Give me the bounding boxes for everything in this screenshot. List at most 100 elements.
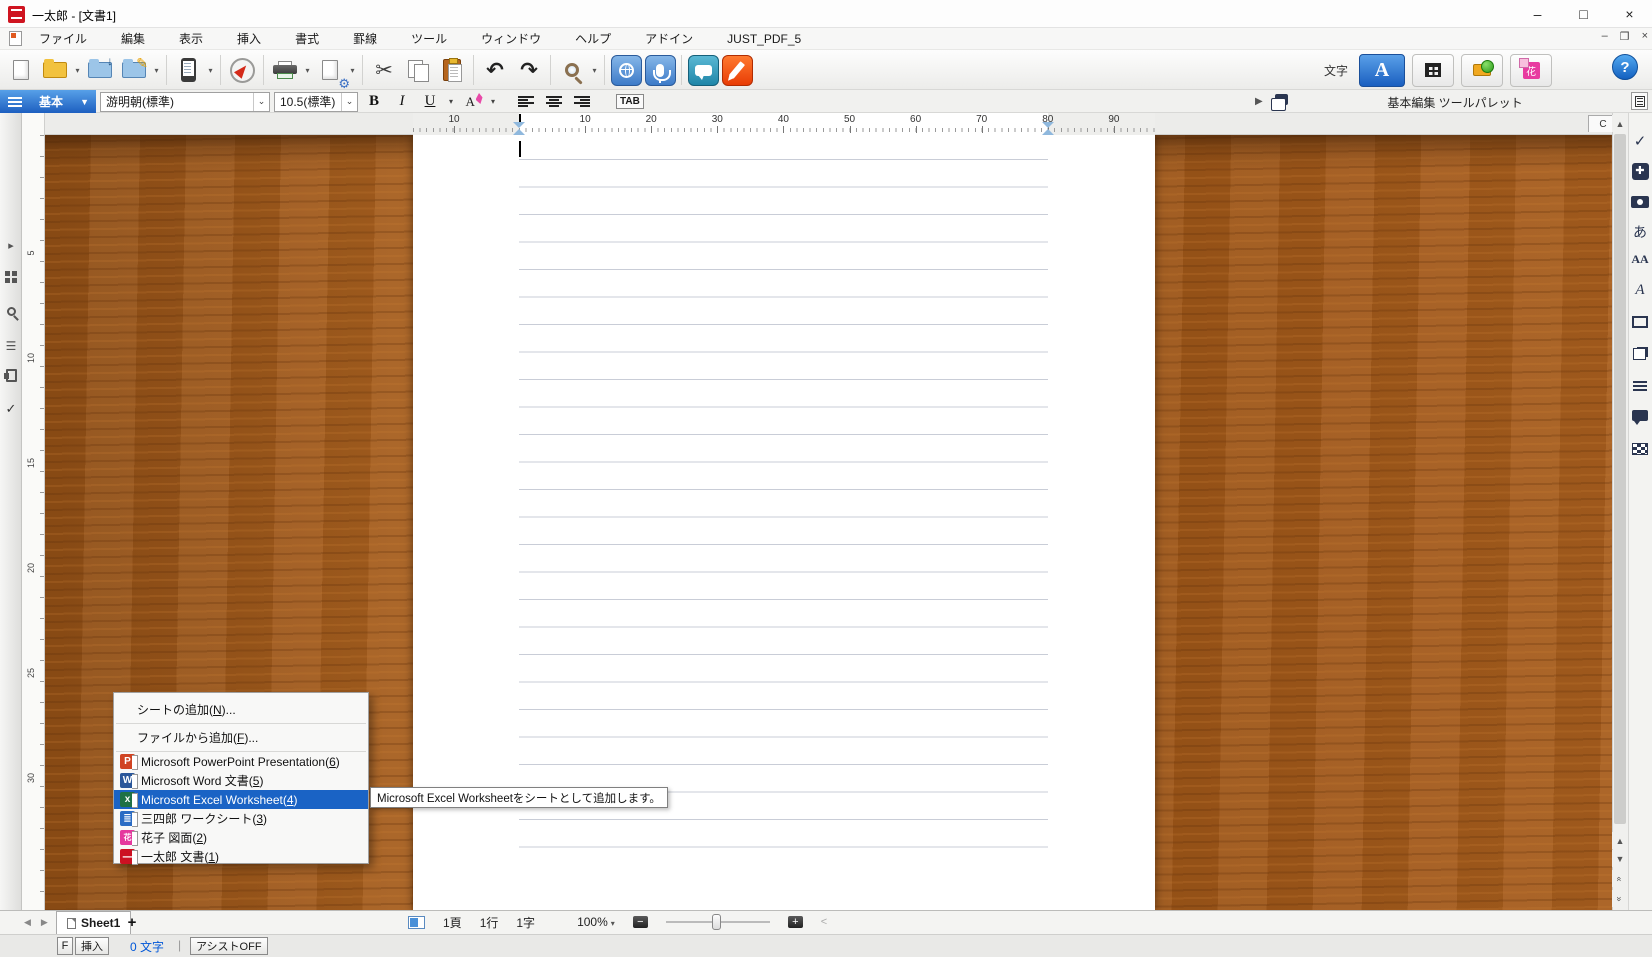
f-mode-button[interactable]: F (57, 937, 73, 955)
menu-edit[interactable]: 編集 (104, 28, 162, 50)
copy-button[interactable] (401, 53, 435, 87)
menu-item-add-from-file[interactable]: ファイルから追加(F)... (114, 724, 368, 751)
zoom-dropdown[interactable]: ▾ (589, 53, 600, 87)
print-dropdown[interactable]: ▾ (302, 53, 313, 87)
doc-restore-button[interactable]: ❐ (1620, 30, 1630, 43)
camera-icon[interactable] (1628, 196, 1652, 211)
print-settings-button[interactable]: ⚙ (313, 53, 347, 87)
cut-button[interactable]: ✂ (367, 53, 401, 87)
underline-button[interactable]: U (418, 91, 442, 112)
comment-icon[interactable] (1628, 410, 1652, 424)
frame-icon[interactable] (1628, 316, 1652, 331)
marker-pen-button[interactable] (720, 53, 754, 87)
zoom-button[interactable] (555, 53, 589, 87)
navigation-button[interactable] (225, 53, 259, 87)
layers-icon[interactable] (1628, 347, 1652, 363)
search-icon[interactable] (0, 305, 22, 319)
undo-button[interactable]: ↶ (478, 53, 512, 87)
menu-item-word[interactable]: W Microsoft Word 文書(5) (114, 771, 368, 790)
menu-item-powerpoint[interactable]: P Microsoft PowerPoint Presentation(6) (114, 752, 368, 771)
save-as-button[interactable]: ✎ (117, 53, 151, 87)
marker-button[interactable]: A (460, 91, 484, 112)
table-mode-button[interactable] (1412, 54, 1454, 87)
menu-tools[interactable]: ツール (394, 28, 464, 50)
palette-expand-arrow[interactable]: ▶ (1255, 96, 1263, 107)
italic-button[interactable]: I (390, 91, 414, 112)
menu-window[interactable]: ウィンドウ (464, 28, 558, 50)
scroll-down-button[interactable]: ▼ (1612, 850, 1628, 867)
align-center-button[interactable] (542, 91, 566, 112)
font-name-select[interactable]: 游明朝(標準) ⌄ (100, 92, 270, 112)
open-dropdown[interactable]: ▾ (72, 53, 83, 87)
zoom-slider-thumb[interactable] (712, 914, 721, 930)
align-right-button[interactable] (570, 91, 594, 112)
paste-button[interactable] (435, 53, 469, 87)
menu-insert[interactable]: 挿入 (220, 28, 278, 50)
list-icon[interactable]: ☰ (0, 339, 22, 353)
block-select-icon[interactable] (0, 271, 22, 286)
char-mode-button[interactable]: A (1359, 54, 1405, 87)
save-button[interactable]: ↓ (83, 53, 117, 87)
minimize-button[interactable]: – (1515, 0, 1560, 28)
zoom-slider[interactable] (666, 921, 770, 923)
menu-item-ichitaro[interactable]: 一 一太郎 文書(1) (114, 847, 368, 866)
menu-item-excel[interactable]: x Microsoft Excel Worksheet(4) (114, 790, 368, 809)
check-tool-icon[interactable]: ✓ (0, 401, 22, 417)
translate-button[interactable] (609, 53, 643, 87)
page-up-button[interactable]: « (1612, 870, 1628, 887)
expand-arrow-icon[interactable]: ▸ (0, 239, 22, 252)
sheet-next-button[interactable]: ▶ (41, 917, 48, 928)
menu-format[interactable]: 書式 (278, 28, 336, 50)
save-as-dropdown[interactable]: ▾ (151, 53, 162, 87)
font-name-caret-icon[interactable]: ⌄ (253, 93, 269, 111)
mobile-view-dropdown[interactable]: ▾ (205, 53, 216, 87)
menu-border[interactable]: 罫線 (336, 28, 394, 50)
checker-icon[interactable] (1628, 443, 1652, 458)
outline-icon[interactable] (1628, 380, 1652, 394)
mode-selector[interactable]: 基本 ▼ (0, 90, 96, 113)
mobile-view-button[interactable] (171, 53, 205, 87)
voice-input-button[interactable] (643, 53, 677, 87)
decoration-icon[interactable]: A (1628, 282, 1652, 299)
menu-addin[interactable]: アドイン (628, 28, 710, 50)
right-margin-marker[interactable] (1042, 122, 1054, 135)
assist-off-button[interactable]: アシストOFF (190, 937, 268, 955)
menu-just-pdf[interactable]: JUST_PDF_5 (710, 28, 818, 50)
zoom-in-button[interactable]: + (788, 916, 803, 928)
marker-dropdown[interactable]: ▾ (488, 97, 498, 106)
page-down-button[interactable]: » (1612, 890, 1628, 907)
sheet-prev-button[interactable]: ◀ (24, 917, 31, 928)
menu-help[interactable]: ヘルプ (558, 28, 628, 50)
scroll-up-button2[interactable]: ▲ (1612, 832, 1628, 849)
scrollbar-thumb[interactable] (1614, 134, 1626, 824)
hanako-mode-button[interactable]: 花 (1510, 54, 1552, 87)
redo-button[interactable]: ↷ (512, 53, 546, 87)
font-size-caret-icon[interactable]: ⌄ (341, 93, 357, 111)
bookmark-icon[interactable] (0, 369, 22, 385)
zoom-out-button[interactable]: − (633, 916, 648, 928)
maximize-button[interactable]: □ (1561, 0, 1606, 28)
sheet-tab[interactable]: Sheet1 (56, 911, 131, 934)
bold-button[interactable]: B (362, 91, 386, 112)
font-size-select[interactable]: 10.5(標準) ⌄ (274, 92, 358, 112)
menu-item-sanshiro[interactable]: ≣ 三四郎 ワークシート(3) (114, 809, 368, 828)
document-icon[interactable] (9, 31, 22, 46)
menu-item-add-sheet[interactable]: シートの追加(N)... (114, 696, 368, 723)
scroll-up-button[interactable]: ▲ (1612, 115, 1628, 132)
zoom-level[interactable]: 100%▾ (577, 915, 615, 929)
menu-view[interactable]: 表示 (162, 28, 220, 50)
palette-menu-button[interactable] (1631, 92, 1648, 110)
chat-button[interactable] (686, 53, 720, 87)
add-sheet-button[interactable]: + (122, 910, 142, 934)
doc-minimize-button[interactable]: – (1602, 30, 1608, 43)
collapse-chevron[interactable]: < (821, 916, 827, 928)
print-button[interactable] (268, 53, 302, 87)
flower-icon[interactable]: ✚ (1628, 163, 1652, 180)
left-margin-marker[interactable] (513, 122, 525, 135)
proof-check-icon[interactable]: ✓ (1628, 132, 1652, 150)
insert-mode-button[interactable]: 挿入 (75, 937, 109, 955)
align-left-button[interactable] (514, 91, 538, 112)
palette-switch-icon[interactable] (1271, 94, 1289, 109)
close-button[interactable]: × (1607, 0, 1652, 28)
help-button[interactable]: ? (1612, 54, 1638, 80)
